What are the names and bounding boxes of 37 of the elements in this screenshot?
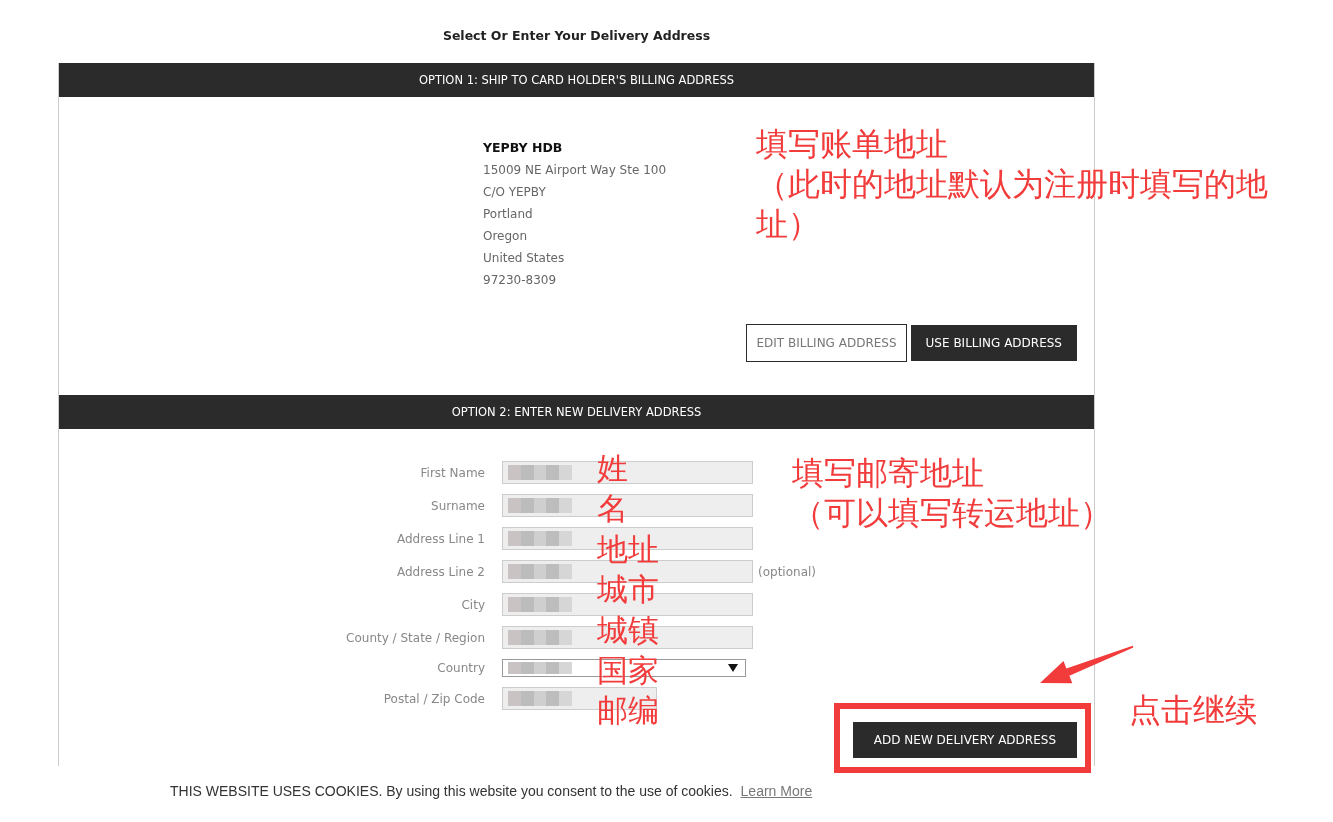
address-line: Oregon (483, 228, 528, 245)
annotation-text: 邮编 (597, 691, 659, 731)
address-line: 15009 NE Airport Way Ste 100 (483, 162, 667, 179)
field-label: Surname (430, 498, 485, 513)
learn-more-link[interactable]: Learn More (740, 783, 813, 799)
page-title: Select Or Enter Your Delivery Address (442, 28, 711, 44)
field-label: Address Line 2 (395, 564, 485, 579)
section-header: OPTION 1: SHIP TO CARD HOLDER'S BILLING ADDRESS (59, 63, 1094, 97)
annotation-text: 城镇 (597, 610, 659, 650)
annotation-text: 姓 (597, 449, 628, 488)
field-label: First Name (419, 465, 485, 480)
address-line: 97230-8309 (483, 272, 557, 289)
caret-icon (728, 664, 738, 672)
field-label: County / State / Region (345, 630, 485, 645)
annotation-text: 点击继续 (1129, 690, 1257, 730)
address-line: Portland (483, 206, 533, 223)
section-header: OPTION 2: ENTER NEW DELIVERY ADDRESS (59, 395, 1094, 429)
add-address-button[interactable]: ADD NEW DELIVERY ADDRESS (852, 722, 1077, 758)
use-address-button[interactable]: USE BILLING ADDRESS (910, 325, 1077, 361)
annotation-text: 填写账单地址 (756, 124, 948, 164)
field-label: City (460, 597, 485, 612)
optional-note: (optional) (758, 564, 816, 579)
edit-button[interactable]: EDIT BILLING ADDRESS (746, 324, 907, 362)
annotation-text: 地址 (597, 529, 659, 569)
annotation-text: 国家 (597, 651, 659, 691)
annotation-text: 名 (597, 489, 628, 529)
annotation-text: 填写邮寄地址 (792, 453, 984, 493)
annotation-text: （此时的地址默认为注册时填写的地址） (756, 164, 1269, 244)
address-line: United States (483, 250, 565, 267)
annotation-text: （可以填写转运地址） (792, 493, 1112, 533)
field-label: Postal / Zip Code (382, 691, 485, 706)
field-label: Country (436, 661, 485, 675)
field-label: Address Line 1 (395, 531, 485, 546)
billing-name: YEPBY HDB (483, 139, 563, 157)
annotation-text: 城市 (597, 570, 659, 610)
address-line: C/O YEPBY (483, 184, 546, 201)
cookie-message: THIS WEBSITE USES COOKIES. By using this website you consent to the use of cookies. (170, 783, 733, 799)
